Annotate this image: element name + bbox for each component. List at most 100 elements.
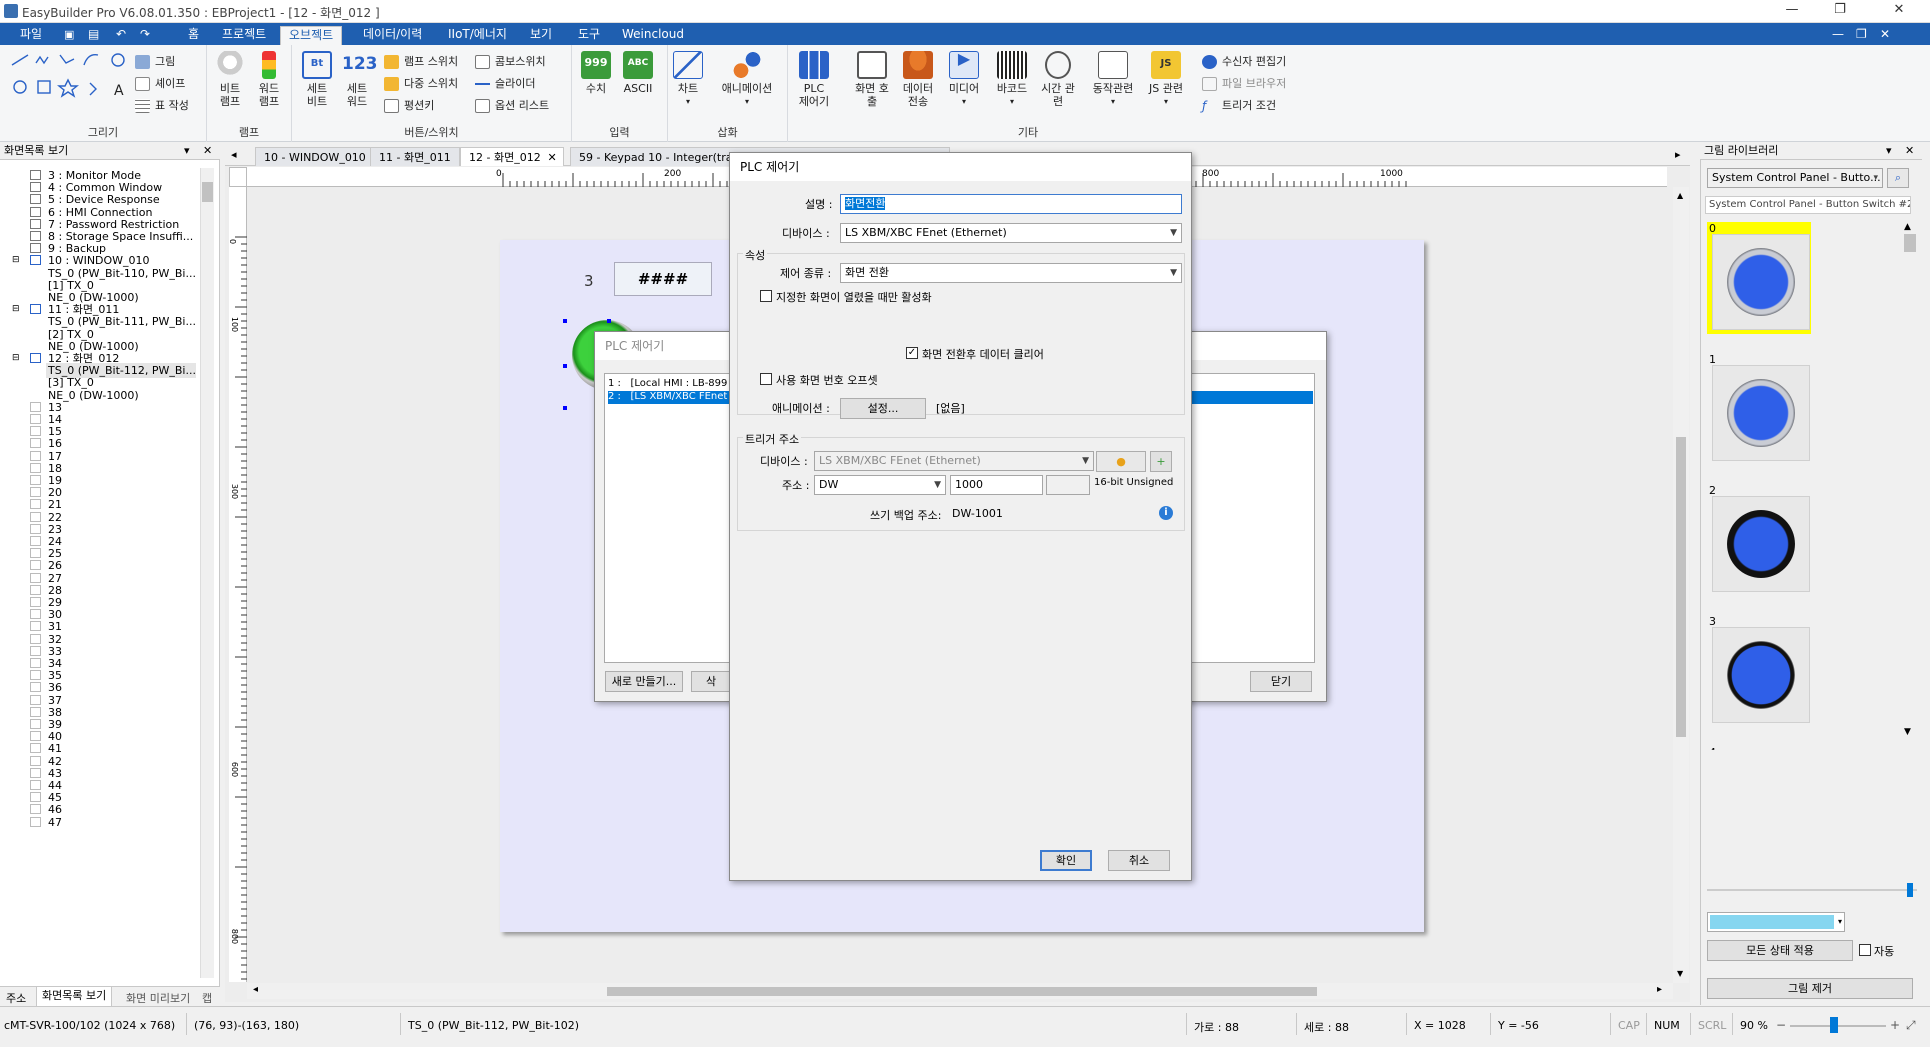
right-panel-dropdown-icon[interactable]: ▾ xyxy=(1886,142,1892,160)
device-select[interactable]: LS XBM/XBC FEnet (Ethernet) ▼ xyxy=(840,223,1182,243)
library-scroll-down-icon[interactable]: ▼ xyxy=(1904,727,1911,737)
remove-picture-button[interactable]: 그림 제거 xyxy=(1707,978,1913,999)
set-word-button[interactable]: 123 세트 워드 xyxy=(337,51,378,108)
zoom-out-icon[interactable]: − xyxy=(1776,1018,1786,1032)
selection-handle-tm[interactable] xyxy=(607,319,611,323)
cancel-button[interactable]: 취소 xyxy=(1108,850,1170,871)
doc-minimize-icon[interactable]: — xyxy=(1832,26,1848,45)
slider-button[interactable]: 슬라이더 xyxy=(475,75,535,93)
vscroll-down-icon[interactable]: ▼ xyxy=(1677,969,1683,978)
recipient-editor-button[interactable]: 수신자 편집기 xyxy=(1202,53,1286,71)
library-scroll-up-icon[interactable]: ▲ xyxy=(1904,222,1911,232)
hscroll-thumb[interactable] xyxy=(607,987,1317,996)
doc-tab-window-010[interactable]: 10 - WINDOW_010 xyxy=(255,147,375,166)
menu-weincloud[interactable]: Weincloud xyxy=(614,26,692,45)
chart-button[interactable]: 차트 ▾ xyxy=(668,51,708,108)
barcode-button[interactable]: 바코드 ▾ xyxy=(992,51,1032,108)
close-plc-list-button[interactable]: 닫기 xyxy=(1250,671,1312,692)
vscroll-thumb[interactable] xyxy=(1676,437,1686,737)
expand-icon[interactable]: ⊟ xyxy=(12,253,20,268)
add-device-button[interactable]: + xyxy=(1150,451,1172,472)
library-size-thumb[interactable] xyxy=(1907,883,1913,897)
close-icon[interactable]: ✕ xyxy=(1884,2,1914,20)
option-list-button[interactable]: 옵션 리스트 xyxy=(475,97,549,115)
ascii-button[interactable]: ABC ASCII xyxy=(618,51,658,95)
new-plc-button[interactable]: 새로 만들기... xyxy=(605,671,683,692)
menu-data-log[interactable]: 데이터/이력 xyxy=(355,26,430,45)
desc-input[interactable]: 화면전환 xyxy=(840,194,1182,214)
panel-dropdown-icon[interactable]: ▾ xyxy=(184,142,190,160)
hscroll-right-icon[interactable]: ▸ xyxy=(1657,984,1662,995)
action-button[interactable]: 동작관련 ▾ xyxy=(1088,51,1138,108)
redo-icon[interactable]: ↷ xyxy=(140,26,158,45)
table-button[interactable]: 표 작성 xyxy=(135,97,189,115)
undo-icon[interactable]: ↶ xyxy=(116,26,134,45)
word-lamp-button[interactable]: 워드 램프 xyxy=(249,51,289,108)
text-object-tx0[interactable]: 3 xyxy=(584,272,594,290)
media-button[interactable]: ▶ 미디어 ▾ xyxy=(944,51,984,108)
menu-view[interactable]: 보기 xyxy=(522,26,560,45)
tab-screen-preview[interactable]: 화면 미리보기 xyxy=(126,990,190,1006)
menu-tools[interactable]: 도구 xyxy=(570,26,608,45)
library-item[interactable]: 0 xyxy=(1707,222,1811,334)
delete-plc-button[interactable]: 삭 xyxy=(691,671,731,692)
tab-screen-list[interactable]: 화면목록 보기 xyxy=(36,987,113,1007)
selection-handle-ml[interactable] xyxy=(563,364,567,368)
menu-iiot[interactable]: IIoT/에너지 xyxy=(440,26,515,45)
zoom-slider[interactable] xyxy=(1790,1017,1886,1033)
doc-tab-screen-011[interactable]: 11 - 화면_011 xyxy=(370,147,460,166)
doc-close-icon[interactable]: ✕ xyxy=(1880,26,1896,45)
canvas-hscroll[interactable]: ◂ ▸ xyxy=(247,983,1673,999)
menu-project[interactable]: 프로젝트 xyxy=(214,26,274,45)
trigger-condition-button[interactable]: ƒ 트리거 조건 xyxy=(1202,97,1276,115)
zoom-in-icon[interactable]: + xyxy=(1890,1018,1900,1032)
lamp-switch-button[interactable]: 램프 스위치 xyxy=(384,53,458,71)
doc-restore-icon[interactable]: ❐ xyxy=(1856,26,1872,45)
tree-item[interactable]: 47 xyxy=(30,815,62,830)
expand-icon[interactable]: ⊟ xyxy=(12,302,20,317)
doc-tab-close-icon[interactable]: ✕ xyxy=(547,148,556,167)
tab-scroll-left-icon[interactable]: ◂ xyxy=(231,148,237,161)
info-icon[interactable]: i xyxy=(1159,506,1173,520)
combo-switch-button[interactable]: 콤보스위치 xyxy=(475,53,546,71)
hscroll-left-icon[interactable]: ◂ xyxy=(253,984,258,995)
saveas-icon[interactable]: ▤ xyxy=(88,26,106,45)
numeric-object-ne0[interactable]: #### xyxy=(614,262,712,296)
multi-switch-button[interactable]: 다중 스위치 xyxy=(384,75,458,93)
library-item[interactable]: 3 xyxy=(1707,615,1811,727)
address-type-select[interactable]: DW ▼ xyxy=(814,475,946,495)
canvas-vscroll[interactable]: ▲ ▼ xyxy=(1673,187,1689,983)
tree-scroll-thumb[interactable] xyxy=(202,182,213,202)
restore-icon[interactable]: ❐ xyxy=(1825,2,1855,20)
tab-address[interactable]: 주소 xyxy=(6,990,26,1006)
panel-close-icon[interactable]: ✕ xyxy=(203,142,212,160)
right-panel-close-icon[interactable]: ✕ xyxy=(1905,142,1914,160)
screen-call-button[interactable]: 화면 호 출 xyxy=(852,51,892,108)
library-item[interactable]: 4 xyxy=(1707,746,1811,750)
picture-button[interactable]: 그림 xyxy=(135,53,175,71)
save-icon[interactable]: ▣ xyxy=(64,26,82,45)
ok-button[interactable]: 확인 xyxy=(1040,850,1092,871)
library-item[interactable]: 1 xyxy=(1707,353,1811,465)
library-scroll-thumb[interactable] xyxy=(1904,234,1916,252)
ctrl-type-select[interactable]: 화면 전환 ▼ xyxy=(840,263,1182,283)
only-when-open-checkbox[interactable] xyxy=(760,290,772,302)
device-settings-button[interactable]: ● xyxy=(1096,451,1146,472)
shape-button[interactable]: 셰이프 xyxy=(135,75,185,93)
draw-tools-icon[interactable]: A xyxy=(10,53,130,101)
function-key-button[interactable]: 평션키 xyxy=(384,97,434,115)
numeric-button[interactable]: 999 수치 xyxy=(576,51,616,95)
animation-button[interactable]: 애니메이션 ▾ xyxy=(712,51,782,108)
tab-scroll-right-icon[interactable]: ▸ xyxy=(1675,148,1681,161)
data-transfer-button[interactable]: 데이터 전송 xyxy=(898,51,938,108)
offset-checkbox[interactable] xyxy=(760,373,772,385)
clear-data-checkbox[interactable]: ✓ xyxy=(906,347,918,359)
color-picker[interactable]: ▾ xyxy=(1707,912,1845,932)
animation-settings-button[interactable]: 설정... xyxy=(840,398,926,419)
library-search-icon[interactable]: ⌕ xyxy=(1887,168,1909,188)
menu-object[interactable]: 오브젝트 xyxy=(280,26,343,45)
expand-icon[interactable]: ⊟ xyxy=(12,351,20,366)
selection-handle-bl[interactable] xyxy=(563,406,567,410)
doc-tab-screen-012[interactable]: 12 - 화면_012 ✕ xyxy=(460,147,564,166)
menu-file[interactable]: 파일 xyxy=(12,26,50,45)
